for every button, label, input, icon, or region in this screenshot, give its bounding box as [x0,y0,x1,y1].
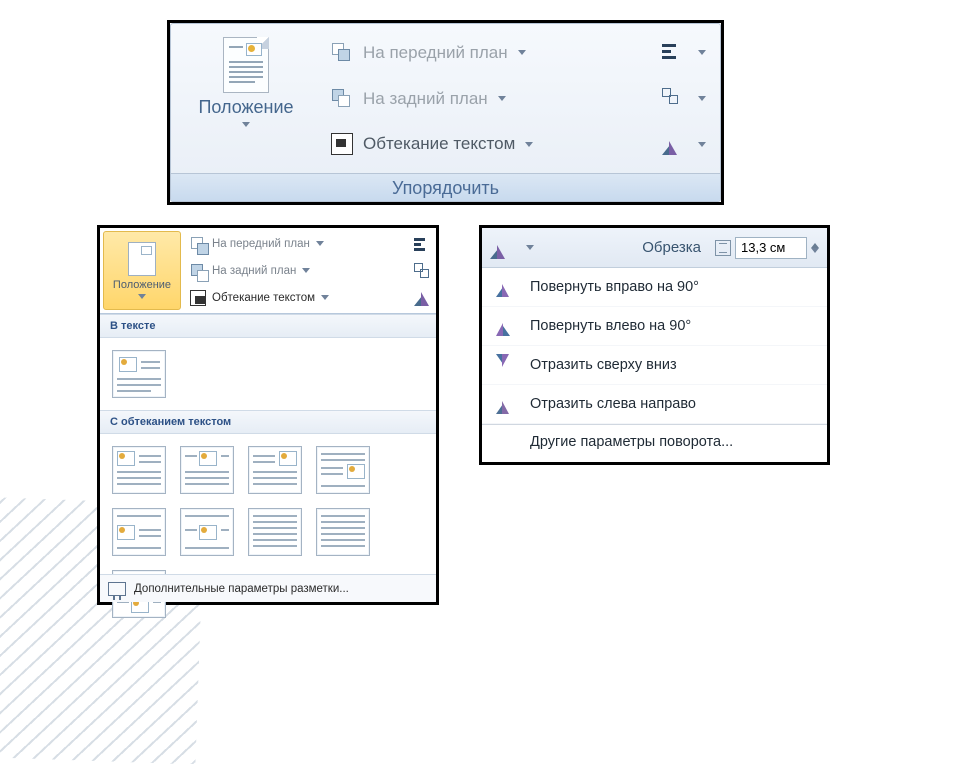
send-to-back-label: На задний план [363,89,488,109]
chevron-down-icon [138,294,146,299]
send-to-back-button[interactable]: На задний план [325,76,714,122]
chevron-down-icon [302,268,310,273]
crop-label[interactable]: Обрезка [642,239,701,256]
chevron-down-icon [526,245,534,250]
rotate-left-icon [496,316,516,336]
rotate-icon[interactable] [414,290,430,306]
cmd-label: На задний план [212,265,296,277]
flip-horizontal-icon [496,394,516,414]
position-icon [128,242,156,276]
align-icon[interactable] [414,236,430,252]
send-backward-icon [331,88,353,110]
cmd-label: Обтекание текстом [212,292,315,304]
rotate-icon[interactable] [490,237,512,259]
rotate-dropdown-menu: Повернуть вправо на 90° Повернуть влево … [482,268,827,459]
position-option[interactable] [248,446,302,494]
spinner-down-icon[interactable] [811,248,819,253]
more-layout-options[interactable]: Дополнительные параметры разметки... [100,574,436,602]
align-icon[interactable] [662,42,684,64]
position-option[interactable] [112,446,166,494]
send-backward-icon [190,263,206,279]
send-to-back-button[interactable]: На задний план [190,257,430,284]
chevron-down-icon [518,50,526,55]
rotate-icon[interactable] [662,133,684,155]
bring-to-front-button[interactable]: На передний план [325,30,714,76]
position-gallery-panel: Положение На передний план На задний пла… [97,225,439,605]
rotate-menu-panel: Обрезка Повернуть вправо на 90° [479,225,830,465]
position-option[interactable] [180,508,234,556]
height-icon [715,240,731,256]
more-layout-options-label: Дополнительные параметры разметки... [134,583,349,595]
menu-item-label: Отразить сверху вниз [530,357,677,373]
group-icon[interactable] [414,263,430,279]
text-wrap-button[interactable]: Обтекание текстом [190,284,430,311]
size-ribbon-fragment: Обрезка [482,228,827,268]
chevron-down-icon [525,142,533,147]
text-wrap-icon [331,133,353,155]
menu-item-label: Повернуть вправо на 90° [530,279,699,295]
bring-to-front-label: На передний план [363,43,508,63]
chevron-down-icon [242,122,250,127]
position-button-active[interactable]: Положение [103,231,181,310]
position-button[interactable]: Положение [177,30,315,146]
chevron-down-icon [698,96,706,101]
flip-horizontal[interactable]: Отразить слева направо [482,385,827,424]
menu-item-label: Отразить слева направо [530,396,696,412]
chevron-down-icon [316,241,324,246]
chevron-down-icon [698,50,706,55]
text-wrap-button[interactable]: Обтекание текстом [325,121,714,167]
spinner-up-icon[interactable] [811,243,819,248]
cmd-label: На передний план [212,238,310,250]
section-wrap-header: С обтеканием текстом [100,410,436,434]
flip-vertical[interactable]: Отразить сверху вниз [482,346,827,385]
menu-item-label: Другие параметры поворота... [530,434,733,450]
position-option[interactable] [180,446,234,494]
height-field[interactable] [715,237,819,259]
height-input[interactable] [735,237,807,259]
section-inline-header: В тексте [100,314,436,338]
chevron-down-icon [498,96,506,101]
rotate-left-90[interactable]: Повернуть влево на 90° [482,307,827,346]
text-wrap-label: Обтекание текстом [363,134,515,154]
menu-item-label: Повернуть влево на 90° [530,318,691,334]
bring-forward-icon [190,236,206,252]
chevron-down-icon [321,295,329,300]
more-rotation-options[interactable]: Другие параметры поворота... [482,424,827,459]
arrange-ribbon-panel: Положение На передний план [167,20,724,205]
group-icon[interactable] [662,88,684,110]
mini-arrange-ribbon: Положение На передний план На задний пла… [100,228,436,314]
position-icon [223,37,269,93]
position-option-inline[interactable] [112,350,166,398]
position-option[interactable] [316,508,370,556]
text-wrap-icon [190,290,206,306]
layout-options-icon [108,582,126,596]
rotate-right-90[interactable]: Повернуть вправо на 90° [482,268,827,307]
position-label: Положение [198,97,293,118]
position-option[interactable] [316,446,370,494]
bring-to-front-button[interactable]: На передний план [190,230,430,257]
position-option[interactable] [112,508,166,556]
flip-vertical-icon [496,354,516,374]
ribbon-group-label: Упорядочить [171,173,720,201]
position-label: Положение [113,279,171,291]
position-option[interactable] [248,508,302,556]
rotate-right-icon [496,277,516,297]
bring-forward-icon [331,42,353,64]
chevron-down-icon [698,142,706,147]
